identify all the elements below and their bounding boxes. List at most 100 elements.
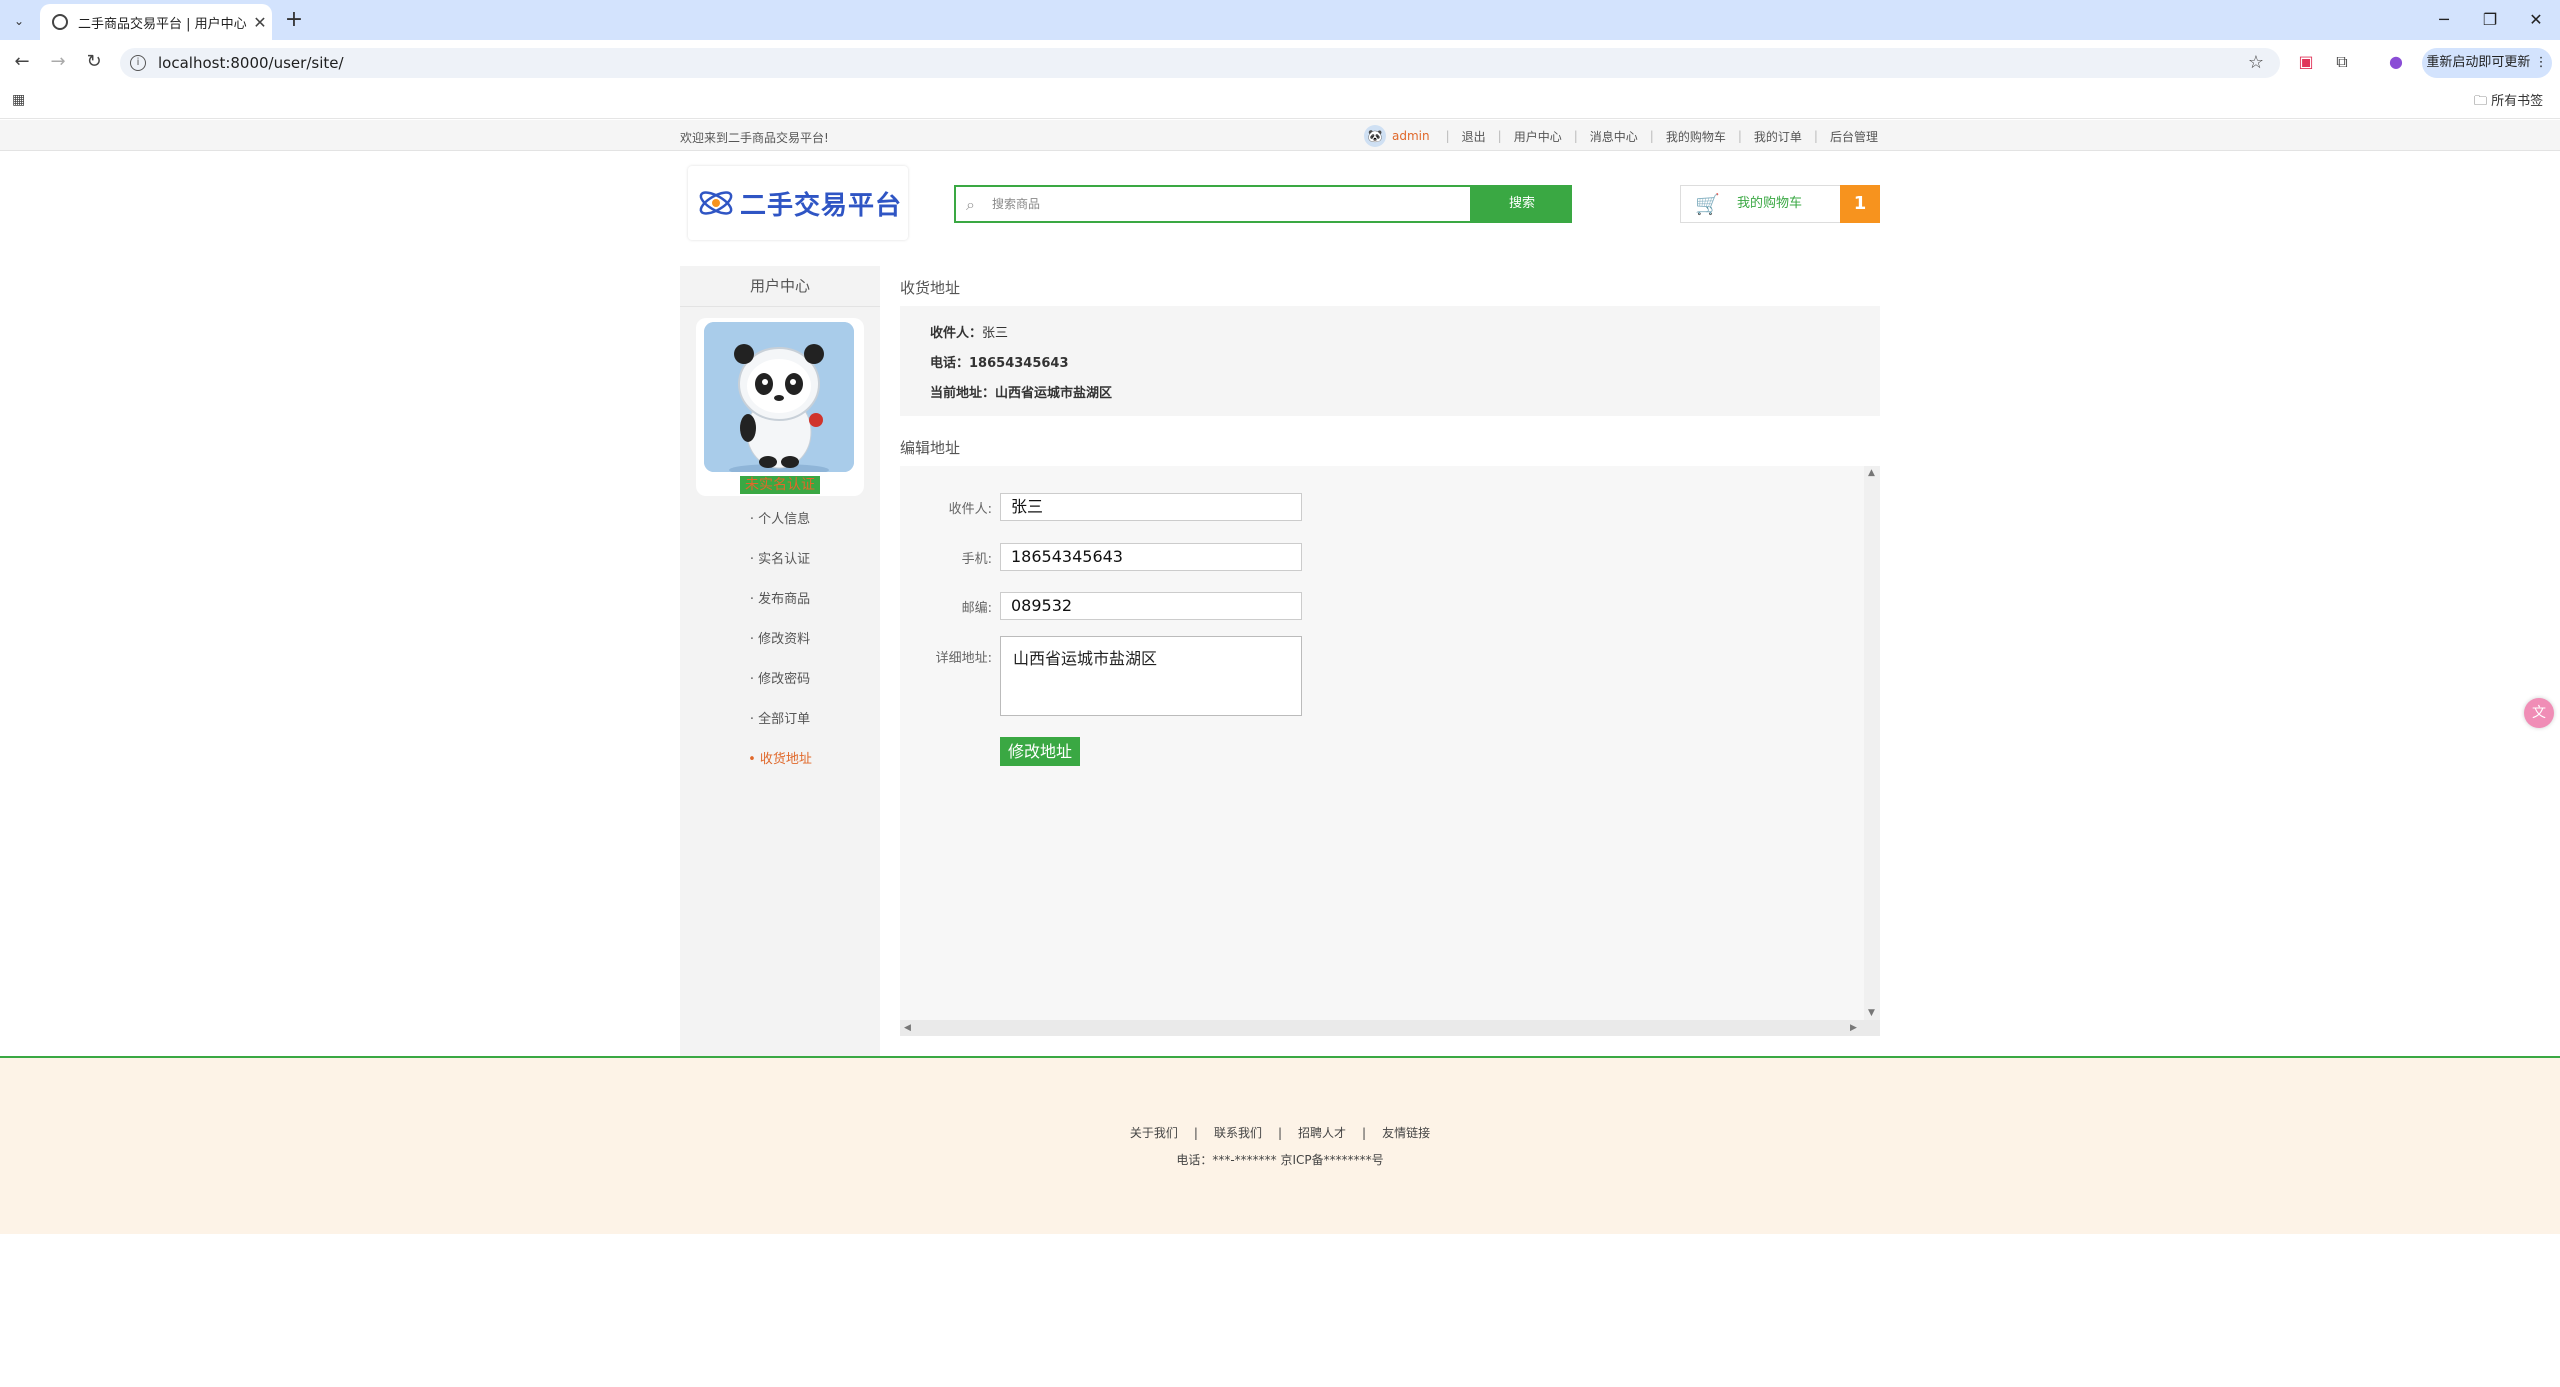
apps-grid-icon[interactable]: ▦ (12, 92, 28, 108)
separator: | (1362, 1126, 1367, 1140)
search-input[interactable]: ⌕ 搜索商品 (954, 185, 1472, 223)
scroll-right-icon[interactable]: ▶ (1850, 1023, 1857, 1033)
forward-icon[interactable]: → (46, 50, 70, 74)
footer-links: 关于我们 | 联系我们 | 招聘人才 | 友情链接 (0, 1124, 2560, 1141)
url-text: localhost:8000/user/site/ (158, 54, 344, 72)
scroll-down-icon[interactable]: ▼ (1868, 1008, 1875, 1018)
site-footer (0, 1056, 2560, 1234)
separator: | (1497, 129, 1502, 143)
search-button[interactable]: 搜索 (1472, 185, 1572, 223)
zip-field[interactable]: 089532 (1000, 592, 1302, 620)
separator: | (1277, 1126, 1283, 1140)
separator: | (1813, 129, 1818, 143)
site-info-icon[interactable]: i (130, 55, 146, 71)
logo-text: 二手交易平台 (740, 190, 903, 221)
search-placeholder: 搜索商品 (992, 197, 1041, 211)
reload-icon[interactable]: ↻ (82, 50, 106, 74)
bookmarks-bar (0, 84, 2560, 119)
receiver-line: 收件人：张三 (930, 322, 1008, 341)
messages-link[interactable]: 消息中心 (1590, 128, 1638, 145)
sidebar-item-address[interactable]: • 收货地址 (680, 748, 880, 767)
site-topbar (0, 120, 2560, 151)
current-address-value: 山西省运城市盐湖区 (995, 386, 1113, 401)
receiver-label: 收件人： (930, 326, 983, 341)
separator: | (1737, 129, 1742, 143)
update-button[interactable]: 重新启动即可更新 ⋮ (2422, 48, 2552, 78)
extension-icon[interactable]: ▣ (2296, 52, 2316, 72)
tab-strip (0, 0, 2560, 40)
separator: | (1193, 1126, 1198, 1140)
receiver-field-label: 收件人: (948, 502, 992, 517)
scroll-up-icon[interactable]: ▲ (1868, 468, 1875, 478)
sidebar-item-publish[interactable]: · 发布商品 (680, 588, 880, 607)
all-bookmarks-label: 所有书签 (2491, 94, 2544, 109)
back-icon[interactable]: ← (10, 50, 34, 74)
horizontal-scrollbar[interactable]: ◀ ▶ (900, 1020, 1880, 1036)
cart-icon: 🛒 (1695, 192, 1720, 216)
cart-count-badge: 1 (1840, 185, 1880, 223)
current-address-label: 当前地址： (930, 386, 996, 401)
phone-field-label: 手机: (961, 552, 992, 567)
logout-link[interactable]: 退出 (1462, 128, 1486, 145)
globe-icon (52, 14, 68, 30)
sidebar-item-edit-info[interactable]: · 修改资料 (680, 628, 880, 647)
receiver-field[interactable]: 张三 (1000, 493, 1302, 521)
phone-value: 18654345643 (969, 356, 1069, 371)
sidebar-item-password[interactable]: · 修改密码 (680, 668, 880, 687)
separator: | (1573, 129, 1578, 143)
phone-line: 电话：18654345643 (930, 352, 1069, 371)
separator: | (1649, 129, 1654, 143)
sidebar-title: 用户中心 (680, 266, 880, 307)
update-label: 重新启动即可更新 (2426, 55, 2531, 70)
close-tab-icon[interactable]: ✕ (248, 13, 272, 32)
all-bookmarks[interactable]: 🗀 所有书签 (2474, 90, 2543, 114)
translate-float-icon[interactable]: 文 (2524, 698, 2554, 728)
receiver-value: 张三 (982, 326, 1009, 341)
active-tab[interactable]: 二手商品交易平台 | 用户中心 ✕ (40, 4, 272, 40)
user-avatar-icon[interactable]: 🐼 (1364, 125, 1386, 147)
profile-icon[interactable]: ● (2386, 52, 2406, 72)
restore-button[interactable]: ❐ (2470, 6, 2510, 34)
cart-button[interactable]: 🛒 我的购物车 (1680, 185, 1842, 223)
cart-label: 我的购物车 (1737, 196, 1803, 211)
scroll-left-icon[interactable]: ◀ (904, 1023, 911, 1033)
phone-label: 电话： (930, 356, 970, 371)
realname-status-badge[interactable]: 未实名认证 (740, 476, 820, 494)
contact-link[interactable]: 联系我们 (1214, 1126, 1262, 1140)
welcome-text: 欢迎来到二手商品交易平台! (680, 131, 829, 145)
tab-search-dropdown-icon[interactable]: ⌄ (8, 10, 30, 32)
careers-link[interactable]: 招聘人才 (1298, 1126, 1346, 1140)
sidebar-item-verification[interactable]: · 实名认证 (680, 548, 880, 567)
tab-title: 二手商品交易平台 | 用户中心 (78, 16, 247, 32)
edit-section-title: 编辑地址 (900, 439, 961, 457)
vertical-scrollbar[interactable]: ▲ ▼ (1864, 466, 1880, 1020)
close-window-button[interactable]: ✕ (2516, 6, 2556, 34)
search-icon: ⌕ (966, 195, 975, 214)
zip-field-label: 邮编: (961, 601, 992, 616)
update-address-button[interactable]: 修改地址 (1000, 737, 1080, 766)
bookmark-star-icon[interactable]: ☆ (2248, 48, 2264, 78)
top-nav: 🐼 admin | 退出 | 用户中心 | 消息中心 | 我的购物车 | 我的订… (1364, 124, 1878, 148)
my-orders-link[interactable]: 我的订单 (1754, 128, 1802, 145)
minimize-button[interactable]: ─ (2424, 6, 2464, 34)
user-center-link[interactable]: 用户中心 (1514, 128, 1562, 145)
my-cart-link[interactable]: 我的购物车 (1666, 128, 1726, 145)
phone-field[interactable]: 18654345643 (1000, 543, 1302, 571)
sidebar-item-orders[interactable]: · 全部订单 (680, 708, 880, 727)
username-link[interactable]: admin (1392, 129, 1430, 143)
site-logo[interactable]: 二手交易平台 (688, 166, 908, 240)
current-address-line: 当前地址：山西省运城市盐湖区 (930, 382, 1112, 401)
atom-logo-icon (699, 191, 733, 215)
new-tab-button[interactable]: + (280, 6, 308, 34)
panda-mascot-icon (704, 322, 854, 472)
separator: | (1445, 129, 1450, 143)
extensions-puzzle-icon[interactable]: ⧉ (2332, 52, 2352, 72)
detail-address-label: 详细地址: (935, 651, 992, 666)
admin-link[interactable]: 后台管理 (1830, 128, 1878, 145)
friend-links[interactable]: 友情链接 (1382, 1126, 1430, 1140)
sidebar-item-profile[interactable]: · 个人信息 (680, 508, 880, 527)
about-link[interactable]: 关于我们 (1130, 1126, 1178, 1140)
footer-copyright: 电话：***-******* 京ICP备********号 (1176, 1153, 1384, 1167)
address-bar[interactable]: i localhost:8000/user/site/ ☆ (120, 48, 2280, 78)
detail-address-textarea[interactable]: 山西省运城市盐湖区 (1000, 636, 1302, 716)
